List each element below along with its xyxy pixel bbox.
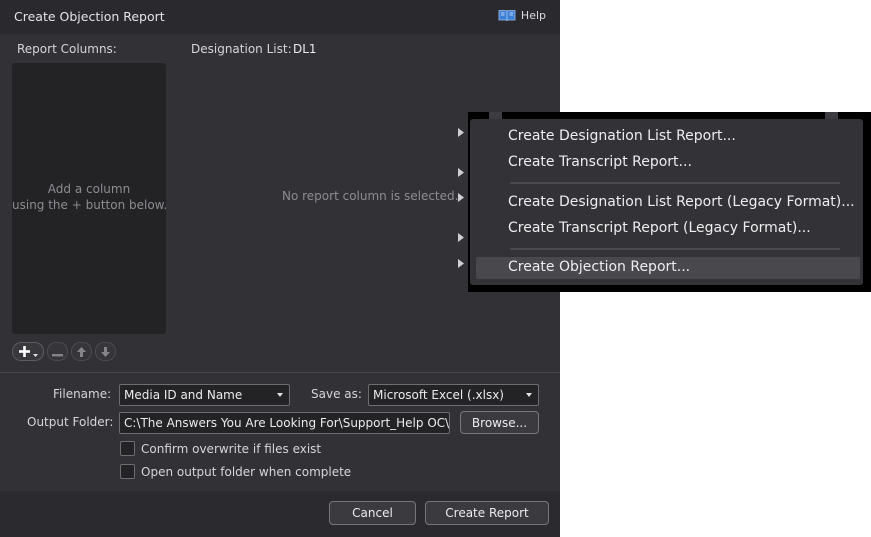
context-menu-overlay: Create Designation List Report... Create… [468,112,871,292]
book-icon [498,9,516,22]
menu-item-create-objection-report[interactable]: Create Objection Report... [476,257,860,279]
save-as-select-value: Microsoft Excel (.xlsx) [373,388,504,402]
chevron-right-icon[interactable] [456,191,465,203]
confirm-overwrite-checkbox[interactable] [120,441,135,456]
chevron-right-icon[interactable] [456,231,465,243]
dialog-footer: Cancel Create Report [0,491,560,537]
plus-icon [18,342,30,361]
filename-label: Filename: [53,387,112,401]
divider [0,372,560,373]
remove-column-button[interactable] [47,342,68,361]
arrow-up-icon [77,342,86,361]
browse-button[interactable]: Browse... [460,411,539,434]
menu-item-label: Create Transcript Report (Legacy Format)… [508,220,811,236]
columns-hint-line-2: using the + button below. [12,198,168,212]
columns-hint-line-1: Add a column [47,182,131,196]
chevron-right-icon[interactable] [456,257,465,269]
menu-item-label: Create Designation List Report (Legacy F… [508,194,855,210]
menu-item-label: Create Transcript Report... [508,154,692,170]
confirm-overwrite-label: Confirm overwrite if files exist [141,442,322,456]
column-buttons [12,342,116,361]
menu-edge [825,112,838,119]
report-columns-list[interactable]: Add a column using the + button below. [12,63,168,334]
filename-select[interactable]: Media ID and Name [119,384,290,406]
arrow-down-icon [101,342,110,361]
save-as-select[interactable]: Microsoft Excel (.xlsx) [368,384,539,406]
cancel-button[interactable]: Cancel [329,501,416,525]
create-report-label: Create Report [445,506,529,520]
minus-icon [52,342,63,361]
output-folder-label: Output Folder: [27,415,114,429]
output-folder-value: C:\The Answers You Are Looking For\Suppo… [124,416,450,430]
menu-item-label: Create Designation List Report... [508,128,736,144]
menu-item-create-designation-list-report-legacy[interactable]: Create Designation List Report (Legacy F… [476,192,860,214]
menu-separator [510,182,840,184]
menu-edge [489,112,502,119]
create-report-button[interactable]: Create Report [425,501,549,525]
designation-list-label: Designation List: [191,42,292,56]
menu-separator [510,248,840,250]
title-bar: Create Objection Report Help [0,0,560,34]
save-as-label: Save as: [311,387,362,401]
move-down-button[interactable] [95,342,116,361]
chevron-right-icon[interactable] [456,166,465,178]
help-button[interactable]: Help [498,9,546,22]
designation-list-value: DL1 [293,42,317,56]
report-context-menu: Create Designation List Report... Create… [470,119,863,285]
chevron-down-icon [526,393,532,397]
chevron-down-icon [32,342,38,361]
filename-select-value: Media ID and Name [124,388,243,402]
output-folder-input[interactable]: C:\The Answers You Are Looking For\Suppo… [119,412,450,434]
no-column-selected-message: No report column is selected. [282,189,459,203]
report-columns-label: Report Columns: [17,42,117,56]
add-column-button[interactable] [12,342,44,361]
dialog-title: Create Objection Report [14,9,165,24]
menu-item-create-designation-list-report[interactable]: Create Designation List Report... [476,126,860,148]
cancel-label: Cancel [352,506,393,520]
menu-item-create-transcript-report[interactable]: Create Transcript Report... [476,152,860,174]
menu-item-label: Create Objection Report... [508,259,691,275]
move-up-button[interactable] [71,342,92,361]
columns-hint: Add a column using the + button below. [12,181,168,213]
open-folder-checkbox[interactable] [120,464,135,479]
browse-label: Browse... [471,415,528,430]
chevron-right-icon[interactable] [456,126,465,138]
open-folder-label: Open output folder when complete [141,465,352,479]
help-label: Help [520,9,546,22]
chevron-down-icon [277,393,283,397]
menu-item-create-transcript-report-legacy[interactable]: Create Transcript Report (Legacy Format)… [476,218,860,240]
